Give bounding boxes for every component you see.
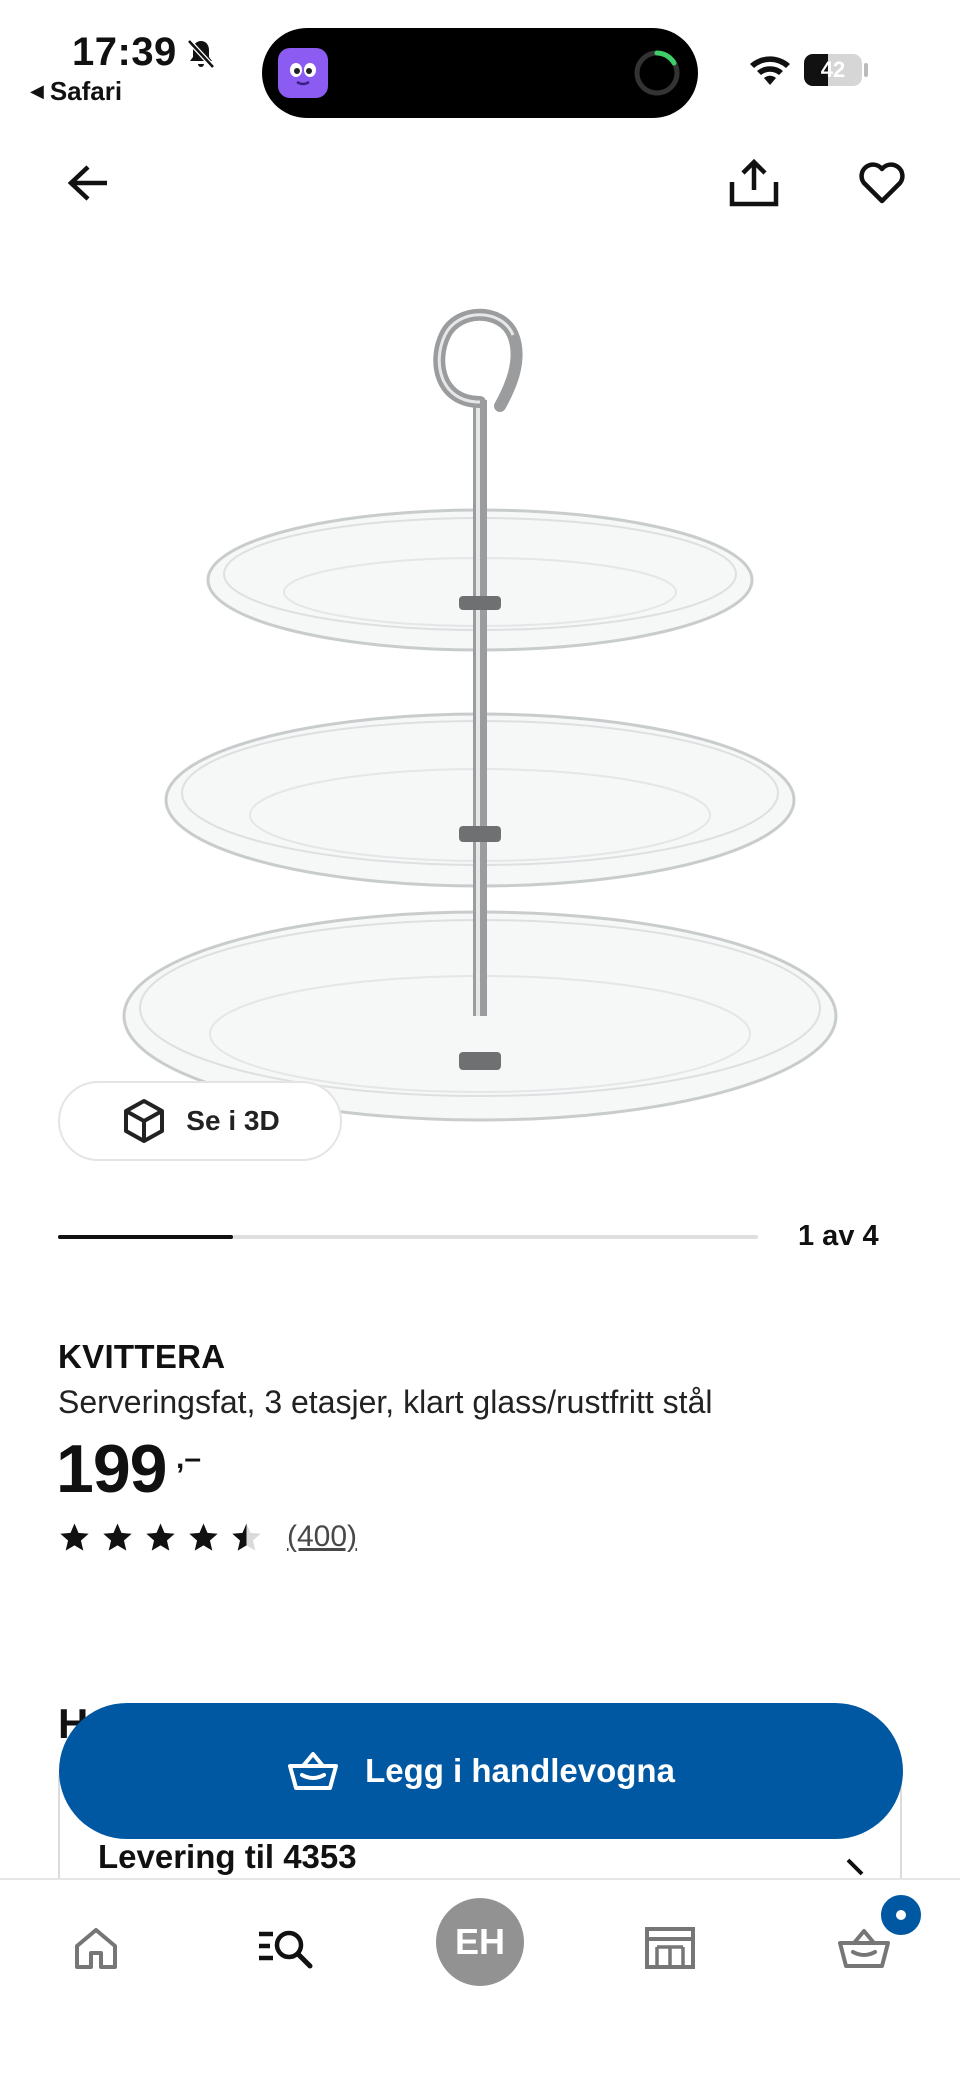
back-app-label: Safari xyxy=(49,76,123,106)
activity-ring-icon xyxy=(634,50,680,96)
nav-store[interactable] xyxy=(630,1908,710,1988)
product-image[interactable] xyxy=(110,290,850,1180)
favourite-button[interactable] xyxy=(852,153,912,213)
share-button[interactable] xyxy=(724,153,784,213)
star-icon xyxy=(60,1522,89,1551)
cart-badge xyxy=(878,1892,924,1938)
battery-level: 42 xyxy=(820,57,846,82)
add-to-cart-label: Legg i handlevogna xyxy=(365,1752,675,1789)
back-triangle-icon: ◀ xyxy=(30,81,44,101)
cube-icon xyxy=(124,1099,165,1143)
product-price: 199 xyxy=(56,1431,167,1507)
star-half-icon xyxy=(232,1522,261,1551)
bottom-navigation: EH xyxy=(0,1878,960,2081)
product-description: Serveringsfat, 3 etasjer, klart glass/ru… xyxy=(58,1384,713,1420)
app-icon xyxy=(278,48,328,98)
price-suffix: ,– xyxy=(176,1442,202,1475)
rating[interactable]: (400) xyxy=(58,1520,357,1554)
add-to-cart-button[interactable]: Legg i handlevogna xyxy=(59,1703,903,1839)
share-icon xyxy=(729,158,779,207)
back-to-app[interactable]: ◀ Safari xyxy=(30,76,122,107)
star-icon xyxy=(103,1522,132,1551)
home-icon xyxy=(75,1928,117,1969)
cart-icon xyxy=(838,1929,890,1968)
review-count-link[interactable]: (400) xyxy=(287,1520,357,1554)
battery-cap xyxy=(864,63,868,77)
wifi-icon xyxy=(750,56,790,85)
back-button[interactable] xyxy=(58,153,118,213)
gallery-progress-fill xyxy=(58,1235,233,1239)
dynamic-island xyxy=(262,28,698,118)
bell-muted-icon xyxy=(187,39,215,69)
nav-home[interactable] xyxy=(56,1908,136,1988)
delivery-label: Levering til 4353 xyxy=(98,1838,357,1875)
product-page: 17:39 ◀ Safari 42 Se i 3D 1 av 4 KVITTER… xyxy=(0,0,960,2081)
arrow-left-icon xyxy=(67,165,107,201)
see-in-3d-button[interactable]: Se i 3D xyxy=(58,1081,342,1161)
nav-search[interactable] xyxy=(246,1908,326,1988)
gallery-position: 1 av 4 xyxy=(798,1220,879,1252)
battery-indicator: 42 xyxy=(804,54,862,86)
search-icon xyxy=(259,1930,313,1969)
heart-icon xyxy=(859,162,905,204)
store-icon xyxy=(645,1927,695,1969)
basket-icon xyxy=(288,1752,339,1790)
star-icon xyxy=(189,1522,218,1551)
product-name: KVITTERA xyxy=(58,1338,226,1375)
monster-face-icon xyxy=(290,63,316,86)
gallery-progress xyxy=(58,1235,758,1239)
status-bar: 17:39 ◀ Safari 42 xyxy=(0,0,960,130)
status-time: 17:39 xyxy=(72,30,177,74)
cart-badge-dot xyxy=(896,1910,906,1920)
profile-avatar[interactable]: EH xyxy=(436,1898,524,1986)
star-icon xyxy=(146,1522,175,1551)
see-in-3d-label: Se i 3D xyxy=(186,1105,280,1136)
